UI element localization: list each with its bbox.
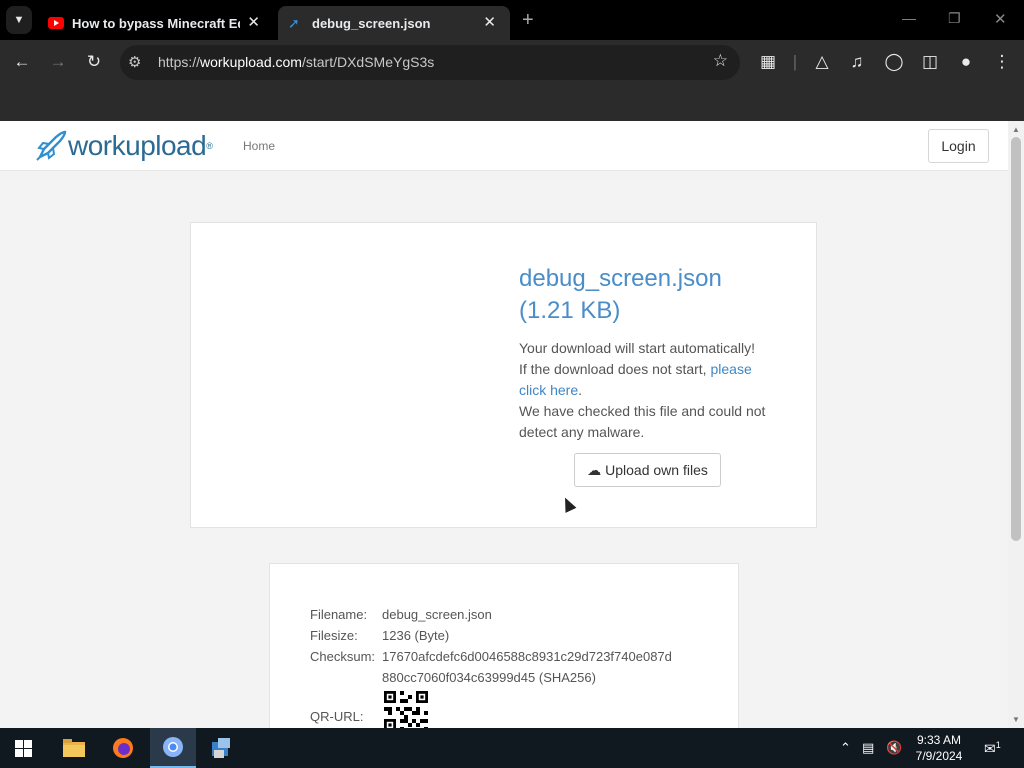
logo-text: workupload xyxy=(68,130,207,161)
windows-taskbar: ⌃ ▤ 🔇 9:33 AM 7/9/2024 ✉1 xyxy=(0,728,1024,768)
firefox-button[interactable] xyxy=(100,728,146,768)
qr-code-image xyxy=(384,691,428,728)
tab-title: debug_screen.json xyxy=(312,15,431,31)
filename-row: Filename: debug_screen.json xyxy=(310,607,492,622)
toolbar-divider: | xyxy=(792,52,798,71)
extension-download-icon[interactable]: ◯ xyxy=(883,52,905,72)
auto-download-message: Your download will start automatically! xyxy=(519,340,756,356)
clock-date: 7/9/2024 xyxy=(915,749,963,763)
restore-icon[interactable]: ❐ xyxy=(948,10,961,27)
fallback-message: If the download does not start, please c… xyxy=(519,361,752,398)
tab-workupload[interactable]: ➚ debug_screen.json ✕ xyxy=(278,6,510,40)
tab-search-button[interactable]: ▼ xyxy=(6,6,32,34)
page-scrollbar[interactable]: ▲ ▼ xyxy=(1008,121,1024,728)
file-title: debug_screen.json (1.21 KB) xyxy=(519,263,779,327)
download-card: debug_screen.json (1.21 KB) Your downloa… xyxy=(190,222,817,528)
address-bar[interactable]: ⚙ https://workupload.com/start/DXdSMeYgS… xyxy=(120,45,740,80)
close-tab-icon[interactable]: ✕ xyxy=(483,13,496,31)
workupload-icon: ➚ xyxy=(288,15,300,31)
chrome-icon xyxy=(163,737,183,757)
menu-icon[interactable]: ⋮ xyxy=(991,52,1013,72)
youtube-icon xyxy=(48,17,64,29)
labs-icon[interactable]: △ xyxy=(811,52,833,72)
url-text[interactable]: https://workupload.com/start/DXdSMeYgS3s xyxy=(158,54,434,70)
rocket-icon xyxy=(36,130,67,161)
qr-url-row: QR-URL: xyxy=(310,709,364,724)
site-info-icon[interactable]: ⚙ xyxy=(128,53,141,71)
login-button[interactable]: Login xyxy=(928,129,989,163)
upload-own-files-button[interactable]: ☁ Upload own files xyxy=(574,453,721,487)
cloud-upload-icon: ☁ xyxy=(587,461,602,478)
file-name: debug_screen.json xyxy=(519,265,722,292)
close-window-icon[interactable]: ✕ xyxy=(994,10,1007,28)
registered-mark: ® xyxy=(206,141,213,151)
scroll-thumb[interactable] xyxy=(1011,137,1021,541)
file-details-card: Filename: debug_screen.json Filesize: 1236… xyxy=(269,563,739,728)
windows-logo-icon xyxy=(14,739,32,757)
scroll-down-icon[interactable]: ▼ xyxy=(1012,715,1020,724)
tab-youtube[interactable]: How to bypass Minecraft Educ ✕ xyxy=(38,6,274,40)
checksum-row: Checksum: 17670afcdefc6d0046588c8931c29d7… xyxy=(310,649,672,685)
forward-icon[interactable]: → xyxy=(47,52,69,72)
installer-icon xyxy=(212,738,230,758)
reload-icon[interactable]: ↻ xyxy=(83,52,105,72)
system-clock[interactable]: 9:33 AM 7/9/2024 xyxy=(900,732,978,764)
profile-avatar-icon[interactable]: ● xyxy=(955,52,977,72)
start-button[interactable] xyxy=(0,728,46,768)
clock-time: 9:33 AM xyxy=(916,733,962,747)
workupload-logo[interactable]: workupload ® xyxy=(34,129,213,163)
folder-icon xyxy=(63,739,85,757)
minimize-icon[interactable]: — xyxy=(902,10,916,26)
page-viewport: workupload ® Home Login debug_screen.json… xyxy=(0,121,1008,728)
filesize-row: Filesize: 1236 (Byte) xyxy=(310,628,450,643)
installer-button[interactable] xyxy=(199,728,245,768)
scroll-up-icon[interactable]: ▲ xyxy=(1012,125,1020,134)
malware-message: We have checked this file and could not … xyxy=(519,403,766,440)
show-hidden-icons-icon[interactable]: ⌃ xyxy=(840,740,851,756)
media-control-icon[interactable]: ♫ xyxy=(846,52,868,72)
notification-count: 1 xyxy=(995,740,1001,750)
chrome-button[interactable] xyxy=(150,728,196,768)
browser-tab-strip: ▼ How to bypass Minecraft Educ ✕ ➚ debug… xyxy=(0,0,1024,40)
back-icon[interactable]: ← xyxy=(11,52,33,72)
download-info: Your download will start automatically! … xyxy=(519,338,779,443)
side-panel-icon[interactable]: ◫ xyxy=(919,52,941,72)
firefox-icon xyxy=(113,738,133,758)
extensions-icon[interactable]: ▦ xyxy=(757,52,779,72)
close-tab-icon[interactable]: ✕ xyxy=(247,13,260,31)
site-header: workupload ® Home Login xyxy=(0,121,1008,171)
tab-title: How to bypass Minecraft Educ xyxy=(72,15,240,31)
bookmarks-bar xyxy=(0,86,1024,121)
new-tab-button[interactable]: + xyxy=(522,9,534,32)
upload-label: Upload own files xyxy=(605,462,708,478)
file-size: (1.21 KB) xyxy=(519,297,621,324)
network-icon[interactable]: ▤ xyxy=(862,740,874,756)
nav-home-link[interactable]: Home xyxy=(243,139,275,153)
notification-center-icon[interactable]: ✉1 xyxy=(984,740,1001,758)
browser-toolbar: ← → ↻ ⚙ https://workupload.com/start/DXd… xyxy=(0,40,1024,86)
file-explorer-button[interactable] xyxy=(51,728,97,768)
bookmark-star-icon[interactable]: ☆ xyxy=(713,51,728,71)
